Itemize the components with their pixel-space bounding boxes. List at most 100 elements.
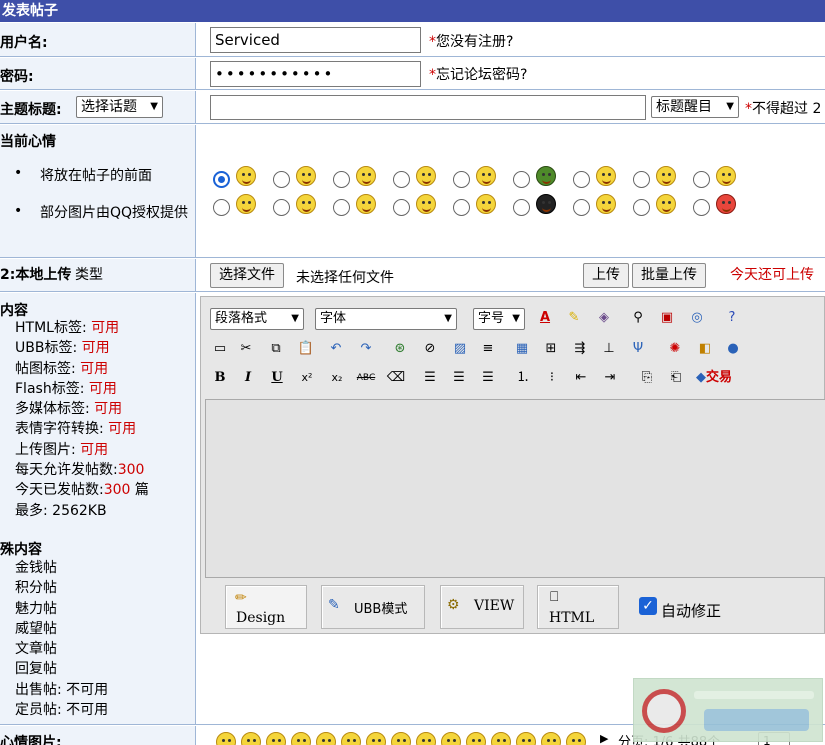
mood-radio-9[interactable] xyxy=(693,171,710,188)
horizontal-rule-icon[interactable]: ≡ xyxy=(478,339,498,359)
help-icon[interactable]: ? xyxy=(722,308,742,328)
choose-file-button[interactable]: 选择文件 xyxy=(210,263,284,288)
book-icon[interactable]: ▣ xyxy=(657,308,677,328)
eraser-icon[interactable]: ⌫ xyxy=(386,368,406,388)
media-icon[interactable]: ● xyxy=(723,339,743,359)
font-color-icon[interactable]: A xyxy=(535,308,555,328)
mood-radio-17[interactable] xyxy=(633,199,650,216)
mood-radio-16[interactable] xyxy=(573,199,590,216)
split-cell-icon[interactable]: ⊥ xyxy=(599,339,619,359)
ordered-list-icon[interactable]: ⒈ xyxy=(513,368,533,388)
smirk-icon xyxy=(476,194,496,214)
emoticon-icon[interactable] xyxy=(441,732,461,745)
unordered-list-icon[interactable]: ⁝ xyxy=(542,368,562,388)
mood-radio-14[interactable] xyxy=(453,199,470,216)
mood-radio-2[interactable] xyxy=(273,171,290,188)
image-icon[interactable]: ▨ xyxy=(450,339,470,359)
mood-radio-13[interactable] xyxy=(393,199,410,216)
batch-upload-button[interactable]: 批量上传 xyxy=(632,263,706,288)
emoticon-icon[interactable] xyxy=(491,732,511,745)
emoticon-icon[interactable] xyxy=(291,732,311,745)
cube-icon[interactable]: ◈ xyxy=(594,308,614,328)
align-center-icon[interactable]: ☰ xyxy=(449,368,469,388)
emoticon-icon[interactable] xyxy=(566,732,586,745)
paragraph-format-select[interactable]: 段落格式 ▼ xyxy=(210,308,304,330)
bold-icon[interactable]: B xyxy=(210,368,230,388)
register-link[interactable]: 您没有注册? xyxy=(436,34,513,50)
emoticon-icon[interactable] xyxy=(466,732,486,745)
emoticon-icon[interactable] xyxy=(366,732,386,745)
redo-icon[interactable]: ↷ xyxy=(356,339,376,359)
emoticon-icon[interactable] xyxy=(541,732,561,745)
flash-icon[interactable]: ◧ xyxy=(695,339,715,359)
replace-icon[interactable]: ◎ xyxy=(687,308,707,328)
window-icon[interactable]: ▭ xyxy=(210,339,230,359)
mood-radio-3[interactable] xyxy=(333,171,350,188)
mood-radio-15[interactable] xyxy=(513,199,530,216)
topic-select[interactable]: 选择话题 ▼ xyxy=(76,96,163,118)
emoticon-icon[interactable] xyxy=(341,732,361,745)
emoticon-icon[interactable] xyxy=(316,732,336,745)
mood-radio-10[interactable] xyxy=(213,199,230,216)
view-mode-button[interactable]: ⚙ VIEW xyxy=(440,585,524,629)
mood-radio-11[interactable] xyxy=(273,199,290,216)
subject-input[interactable] xyxy=(210,95,646,120)
document-icon[interactable]: ⎘ xyxy=(637,368,657,388)
template-icon[interactable]: ⎗ xyxy=(666,368,686,388)
forgot-password-link[interactable]: 忘记论坛密码? xyxy=(436,67,527,83)
highlight-icon[interactable]: ✎ xyxy=(564,308,584,328)
mood-radio-5[interactable] xyxy=(453,171,470,188)
username-input[interactable]: Serviced xyxy=(210,27,421,53)
insert-column-icon[interactable]: ⇶ xyxy=(570,339,590,359)
paste-icon[interactable]: 📋 xyxy=(296,339,316,359)
autofix-checkbox[interactable]: ✓ xyxy=(639,597,657,615)
password-input[interactable]: ••••••••••• xyxy=(210,61,421,87)
insert-row-icon[interactable]: ⊞ xyxy=(541,339,561,359)
mood-radio-6[interactable] xyxy=(513,171,530,188)
outdent-icon[interactable]: ⇤ xyxy=(571,368,591,388)
font-select[interactable]: 字体 ▼ xyxy=(315,308,457,330)
strikethrough-icon[interactable]: ABC xyxy=(353,368,379,388)
emoticon-icon[interactable] xyxy=(416,732,436,745)
mood-radio-1[interactable] xyxy=(213,171,230,188)
align-right-icon[interactable]: ☰ xyxy=(478,368,498,388)
special-char-icon[interactable]: ✺ xyxy=(665,339,685,359)
html-mode-button[interactable]: ⎕ HTML xyxy=(537,585,619,629)
rule-media: 多媒体标签: 可用 xyxy=(15,401,123,418)
editor-content-area[interactable] xyxy=(205,399,825,578)
trade-button[interactable]: ◆交易 xyxy=(691,368,737,388)
unlink-icon[interactable]: ⊘ xyxy=(420,339,440,359)
emoticon-icon[interactable] xyxy=(216,732,236,745)
copy-icon[interactable]: ⧉ xyxy=(266,339,286,359)
upload-button[interactable]: 上传 xyxy=(583,263,629,288)
table-icon[interactable]: ▦ xyxy=(512,339,532,359)
italic-icon[interactable]: I xyxy=(238,368,258,388)
indent-icon[interactable]: ⇥ xyxy=(600,368,620,388)
rule-ubb: UBB标签: 可用 xyxy=(15,340,110,357)
subscript-icon[interactable]: x₂ xyxy=(327,368,347,388)
find-icon[interactable]: ⚲ xyxy=(628,308,648,328)
link-icon[interactable]: ⊛ xyxy=(390,339,410,359)
play-icon[interactable]: ▶ xyxy=(600,732,608,745)
ubb-mode-button[interactable]: ✎ UBB模式 xyxy=(321,585,425,629)
title-highlight-select[interactable]: 标题醒目 ▼ xyxy=(651,96,739,118)
mood-radio-12[interactable] xyxy=(333,199,350,216)
emoticon-icon[interactable] xyxy=(241,732,261,745)
superscript-icon[interactable]: x² xyxy=(297,368,317,388)
mood-radio-4[interactable] xyxy=(393,171,410,188)
cut-icon[interactable]: ✂ xyxy=(236,339,256,359)
mood-radio-8[interactable] xyxy=(633,171,650,188)
merge-cell-icon[interactable]: Ψ xyxy=(628,339,648,359)
emoticon-icon[interactable] xyxy=(391,732,411,745)
font-size-select[interactable]: 字号 ▼ xyxy=(473,308,525,330)
design-mode-button[interactable]: ✏ Design xyxy=(225,585,307,629)
mood-radio-7[interactable] xyxy=(573,171,590,188)
underline-icon[interactable]: U xyxy=(267,368,287,388)
forgot-hint[interactable]: *忘记论坛密码? xyxy=(429,64,527,84)
undo-icon[interactable]: ↶ xyxy=(326,339,346,359)
emoticon-icon[interactable] xyxy=(266,732,286,745)
mood-radio-18[interactable] xyxy=(693,199,710,216)
emoticon-icon[interactable] xyxy=(516,732,536,745)
align-left-icon[interactable]: ☰ xyxy=(420,368,440,388)
register-hint[interactable]: *您没有注册? xyxy=(429,31,513,51)
